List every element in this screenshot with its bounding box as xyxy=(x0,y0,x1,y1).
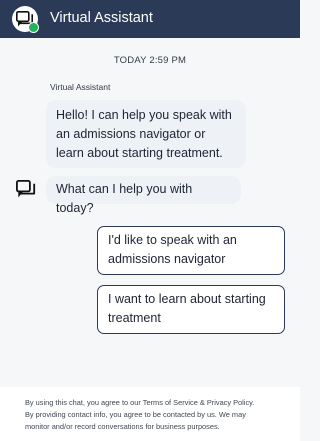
chat-disclaimer: By using this chat, you agree to our Ter… xyxy=(0,387,300,441)
bot-message: What can I help you with today? xyxy=(46,176,241,215)
assistant-avatar xyxy=(12,6,39,33)
online-status-dot xyxy=(28,22,39,33)
bot-message: Hello! I can help you speak with an admi… xyxy=(46,100,246,168)
message-timestamp: TODAY 2:59 PM xyxy=(113,55,187,66)
sender-name: Virtual Assistant xyxy=(50,82,111,92)
chat-header: Virtual Assistant xyxy=(0,0,300,38)
disclaimer-line: monitor and/or record conversations for … xyxy=(25,422,220,431)
disclaimer-line: By using this chat, you agree to our Ter… xyxy=(25,398,255,407)
option-learn-about-treatment-button[interactable]: I want to learn about starting treatment xyxy=(97,285,285,334)
bot-chat-icon xyxy=(16,180,36,198)
option-speak-with-navigator-button[interactable]: I'd like to speak with an admissions nav… xyxy=(97,226,285,275)
disclaimer-line: By providing contact info, you agree to … xyxy=(25,410,246,419)
chat-title: Virtual Assistant xyxy=(50,10,153,26)
